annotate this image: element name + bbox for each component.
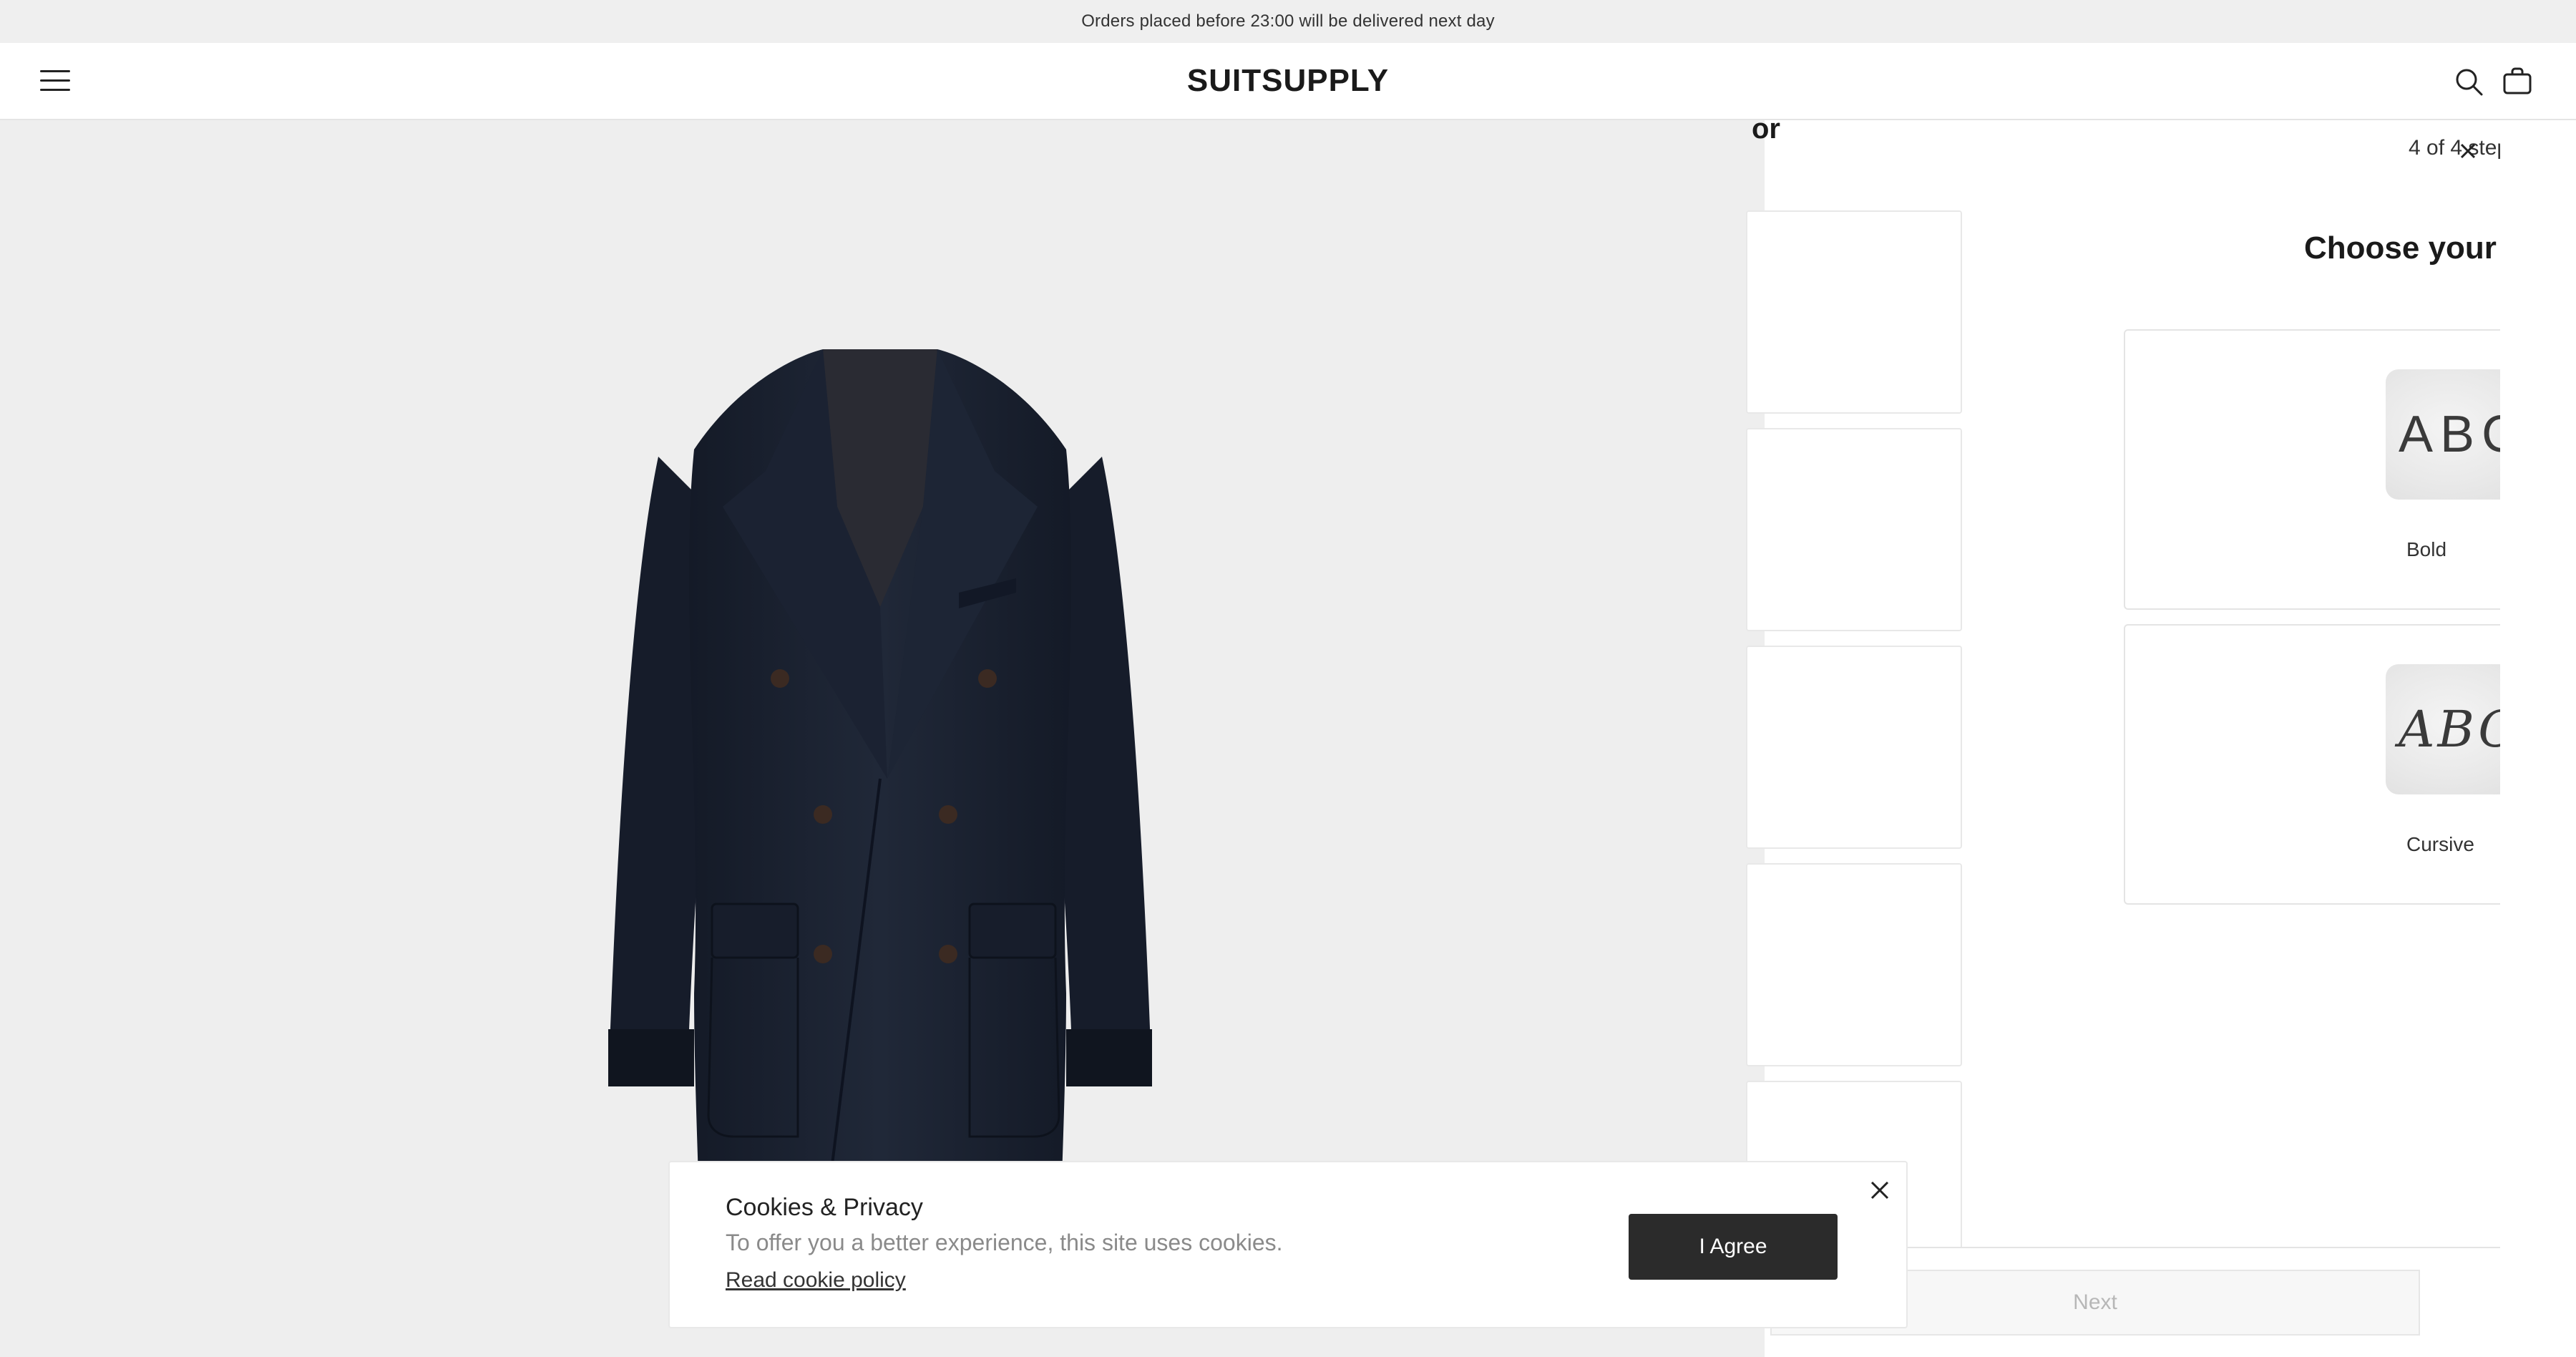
font-option-label: Cursive	[2406, 833, 2474, 855]
search-icon[interactable]	[2451, 64, 2486, 99]
hamburger-menu-icon[interactable]	[40, 69, 70, 93]
option-card[interactable]	[1746, 428, 1962, 631]
configurator-heading-fragment: or	[1752, 113, 1780, 145]
font-option-label: Bold	[2406, 538, 2447, 560]
option-card[interactable]	[1746, 210, 1962, 414]
shopping-bag-icon[interactable]	[2500, 64, 2534, 99]
cookie-policy-link[interactable]: Read cookie policy	[726, 1268, 906, 1293]
cookie-description: To offer you a better experience, this s…	[726, 1230, 1283, 1255]
close-icon[interactable]	[1869, 1180, 1890, 1201]
close-icon[interactable]	[2459, 142, 2477, 160]
cookie-dialog: Cookies & Privacy To offer you a better …	[668, 1161, 1908, 1328]
cookie-title: Cookies & Privacy	[726, 1194, 923, 1221]
double-breasted-coat-image	[608, 349, 1152, 1308]
site-logo[interactable]: SUITSUPPLY	[1073, 63, 1503, 99]
agree-button[interactable]: I Agree	[1629, 1214, 1838, 1280]
option-card[interactable]	[1746, 646, 1962, 849]
site-header: SUITSUPPLY	[0, 43, 2576, 120]
announcement-bar: Orders placed before 23:00 will be deliv…	[0, 0, 2576, 43]
font-option-bold[interactable]: ABC Bold	[2124, 329, 2543, 610]
font-option-cursive[interactable]: ABC Cursive	[2124, 624, 2543, 905]
announcement-text: Orders placed before 23:00 will be deliv…	[1081, 11, 1495, 31]
right-edge-mask	[2500, 120, 2576, 1357]
option-card[interactable]	[1746, 863, 1962, 1066]
